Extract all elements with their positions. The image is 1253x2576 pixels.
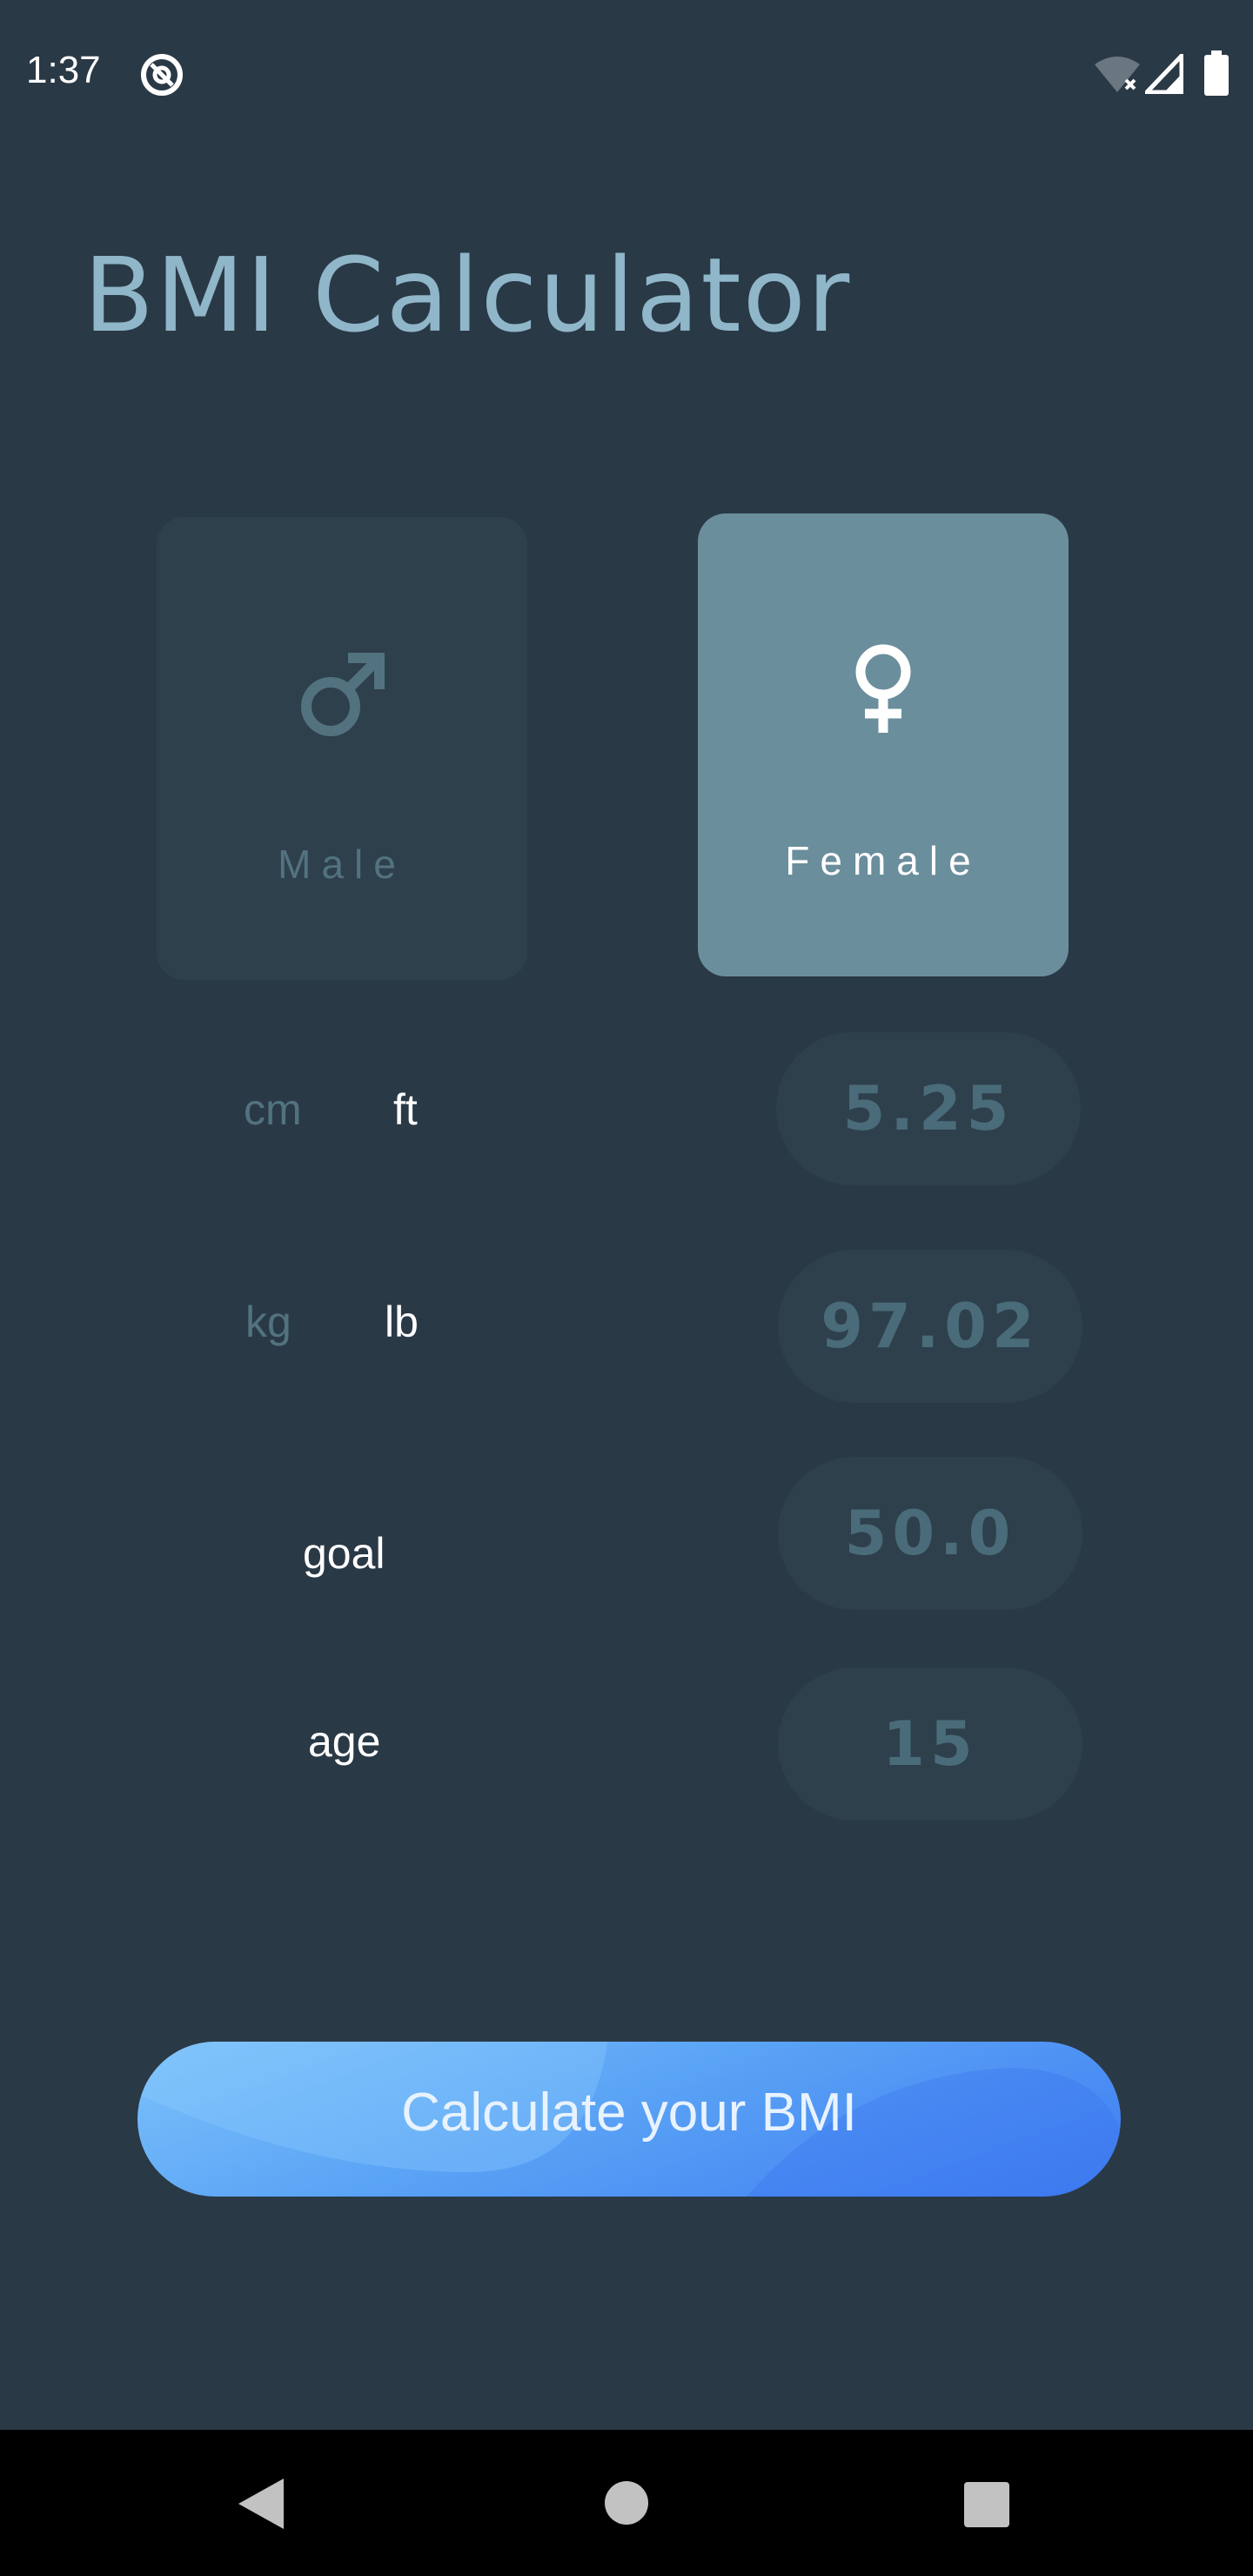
weight-value: 97.02: [821, 1291, 1040, 1362]
goal-value: 50.0: [844, 1498, 1016, 1569]
age-label: age: [308, 1717, 381, 1766]
male-label: Male: [278, 842, 406, 887]
height-value: 5.25: [842, 1073, 1015, 1144]
wifi-off-icon: [1095, 57, 1140, 92]
status-bar: 1:37: [0, 0, 1253, 148]
male-card[interactable]: Male: [157, 517, 527, 980]
age-value: 15: [882, 1708, 978, 1780]
weight-input[interactable]: 97.02: [778, 1250, 1082, 1403]
calculate-bmi-label: Calculate your BMI: [401, 2083, 857, 2143]
weight-unit-kg[interactable]: kg: [245, 1297, 291, 1347]
home-icon[interactable]: [604, 2480, 649, 2526]
height-input[interactable]: 5.25: [776, 1032, 1081, 1185]
page-title: BMI Calculator: [84, 235, 852, 355]
height-unit-ft[interactable]: ft: [393, 1084, 418, 1135]
app-notification-icon: [141, 54, 183, 96]
female-symbol-icon: [855, 644, 911, 733]
age-input[interactable]: 15: [778, 1667, 1082, 1821]
signal-icon: [1145, 54, 1183, 94]
weight-unit-lb[interactable]: lb: [385, 1297, 419, 1347]
battery-icon: [1204, 50, 1229, 96]
recents-icon[interactable]: [964, 2482, 1009, 2527]
height-unit-cm[interactable]: cm: [244, 1084, 302, 1135]
system-nav-bar: [0, 2430, 1253, 2576]
female-label: Female: [785, 838, 982, 883]
female-card[interactable]: Female: [698, 513, 1069, 976]
calculate-bmi-button[interactable]: Calculate your BMI: [137, 2042, 1121, 2197]
status-time: 1:37: [26, 49, 101, 91]
goal-label: goal: [303, 1529, 385, 1578]
back-icon[interactable]: [237, 2477, 285, 2531]
goal-input[interactable]: 50.0: [778, 1457, 1082, 1610]
bmi-screen: 1:37 BMI Calculator Male Female cm ft 5.…: [0, 0, 1253, 2576]
male-symbol-icon: [301, 653, 385, 736]
